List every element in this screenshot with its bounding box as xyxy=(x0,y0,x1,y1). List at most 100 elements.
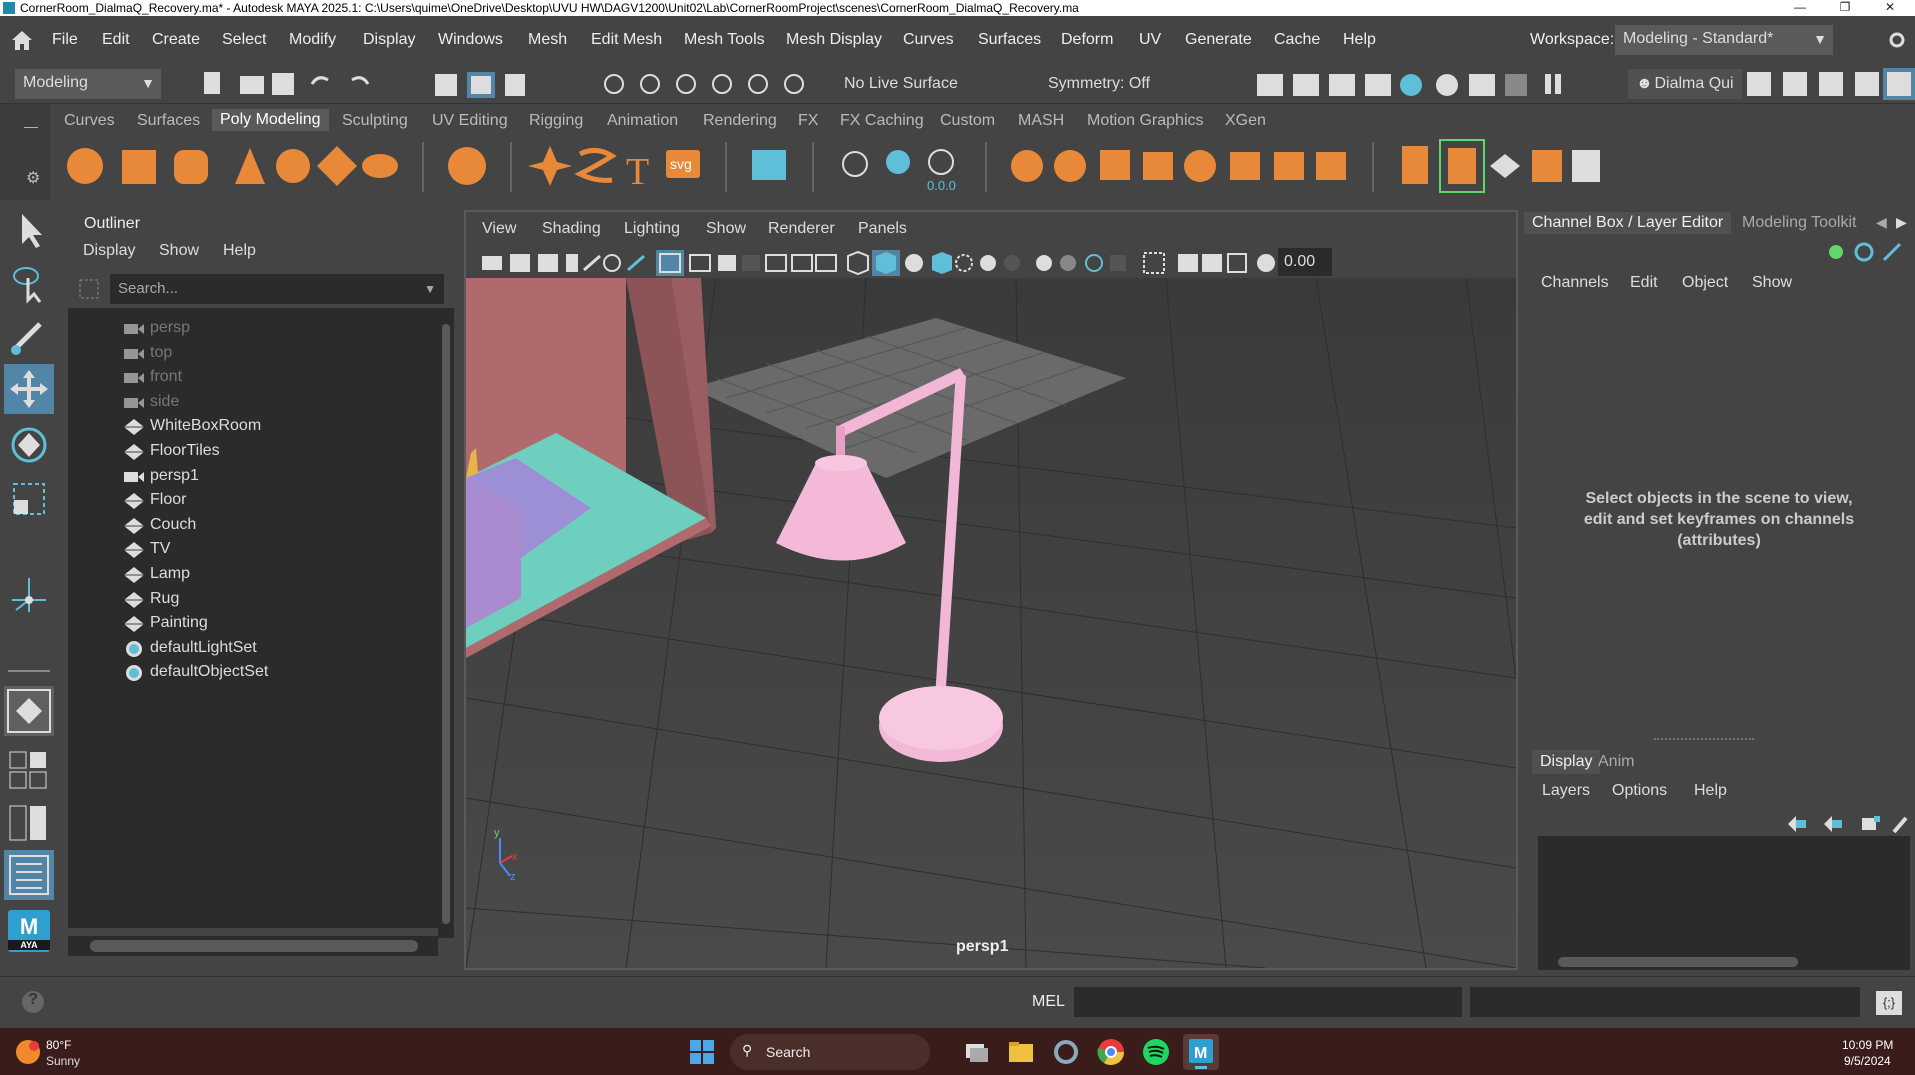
menu-windows[interactable]: Windows xyxy=(438,31,503,49)
render-tools-group[interactable] xyxy=(1255,70,1585,98)
taskbar-search[interactable]: ⚲ Search xyxy=(730,1034,930,1070)
shelf-tab-animation[interactable]: Animation xyxy=(607,112,678,130)
channel-menu-edit[interactable]: Edit xyxy=(1630,274,1658,292)
shelf-tab-rendering[interactable]: Rendering xyxy=(703,112,777,130)
shelf-tab-custom[interactable]: Custom xyxy=(940,112,995,130)
shelf-tab-motion-graphics[interactable]: Motion Graphics xyxy=(1087,112,1204,130)
menu-modify[interactable]: Modify xyxy=(289,31,336,49)
layout-tools-group[interactable] xyxy=(1745,68,1915,100)
outliner-filter-icon[interactable] xyxy=(78,278,100,300)
menu-uv[interactable]: UV xyxy=(1139,31,1161,49)
tab-scroll-right-icon[interactable]: ▶ xyxy=(1896,214,1907,231)
menu-mesh-tools[interactable]: Mesh Tools xyxy=(684,31,765,49)
outliner-menu-help[interactable]: Help xyxy=(223,242,256,260)
live-surface-field[interactable]: No Live Surface xyxy=(836,69,978,99)
menu-file[interactable]: File xyxy=(52,31,78,49)
shelf-tab-sculpting[interactable]: Sculpting xyxy=(342,112,408,130)
outliner-vertical-scrollbar[interactable] xyxy=(438,308,454,938)
spotify-icon[interactable] xyxy=(1140,1036,1172,1068)
layer-horizontal-scrollbar[interactable] xyxy=(1538,954,1910,970)
rotate-tool-icon[interactable] xyxy=(4,420,54,470)
channel-menu-object[interactable]: Object xyxy=(1682,274,1728,292)
outliner-menu-display[interactable]: Display xyxy=(83,242,135,260)
shelf-tab-surfaces[interactable]: Surfaces xyxy=(137,112,200,130)
menu-mesh-display[interactable]: Mesh Display xyxy=(786,31,882,49)
scale-tool-icon[interactable] xyxy=(4,474,54,524)
restore-button[interactable]: ❐ xyxy=(1825,0,1865,14)
command-language-label[interactable]: MEL xyxy=(1032,993,1065,1011)
tab-scroll-left-icon[interactable]: ◀ xyxy=(1876,214,1887,231)
viewport-menu-show[interactable]: Show xyxy=(706,220,746,238)
menu-deform[interactable]: Deform xyxy=(1061,31,1113,49)
menu-create[interactable]: Create xyxy=(152,31,200,49)
menu-edit[interactable]: Edit xyxy=(102,31,130,49)
shelf-icons[interactable]: T svg 0.0.0 xyxy=(50,136,1900,198)
settings-icon[interactable] xyxy=(1050,1036,1082,1068)
clock-time[interactable]: 10:09 PM xyxy=(1842,1038,1893,1052)
outliner-search-input[interactable]: Search... ▼ xyxy=(110,274,444,304)
start-icon[interactable] xyxy=(686,1036,718,1068)
select-tool-icon[interactable] xyxy=(4,204,54,254)
shelf-tab-rigging[interactable]: Rigging xyxy=(529,112,583,130)
shelf-tab-poly-modeling[interactable]: Poly Modeling xyxy=(212,109,329,131)
command-input[interactable] xyxy=(1074,987,1462,1017)
help-icon[interactable]: ? xyxy=(22,991,44,1013)
layer-menu-options[interactable]: Options xyxy=(1612,782,1667,800)
channel-menu-show[interactable]: Show xyxy=(1752,274,1792,292)
shelf-tab-curves[interactable]: Curves xyxy=(64,112,115,130)
viewport-menu-panels[interactable]: Panels xyxy=(858,220,907,238)
shelf-tab-xgen[interactable]: XGen xyxy=(1225,112,1266,130)
layer-tools[interactable] xyxy=(1782,812,1912,836)
menu-surfaces[interactable]: Surfaces xyxy=(978,31,1041,49)
paint-select-tool-icon[interactable] xyxy=(4,312,54,362)
scroll-thumb[interactable] xyxy=(90,940,418,952)
shelf-tab-fx[interactable]: FX xyxy=(798,112,818,130)
lasso-tool-icon[interactable] xyxy=(4,258,54,308)
menu-display[interactable]: Display xyxy=(363,31,415,49)
tab-anim-layers[interactable]: Anim xyxy=(1598,753,1634,771)
maya-taskbar-button[interactable]: M xyxy=(1183,1034,1219,1070)
minimize-button[interactable]: — xyxy=(1780,0,1820,14)
show-manipulator-icon[interactable] xyxy=(4,570,54,620)
selection-mode-group[interactable] xyxy=(433,70,528,98)
four-view-icon[interactable] xyxy=(4,744,54,794)
weather-icon[interactable] xyxy=(14,1038,42,1066)
menu-select[interactable]: Select xyxy=(222,31,266,49)
shelf-tab-uv-editing[interactable]: UV Editing xyxy=(432,112,508,130)
viewport-menu-shading[interactable]: Shading xyxy=(542,220,601,238)
menu-cache[interactable]: Cache xyxy=(1274,31,1320,49)
file-explorer-icon[interactable] xyxy=(1005,1036,1037,1068)
clock-date[interactable]: 9/5/2024 xyxy=(1844,1054,1891,1068)
menu-generate[interactable]: Generate xyxy=(1185,31,1252,49)
move-tool[interactable] xyxy=(4,364,54,414)
side-by-side-view-icon[interactable] xyxy=(4,798,54,848)
menu-curves[interactable]: Curves xyxy=(903,31,954,49)
script-editor-icon[interactable]: {;} xyxy=(1876,991,1902,1015)
outliner-tab[interactable]: Outliner xyxy=(68,210,157,238)
scroll-thumb[interactable] xyxy=(442,324,450,924)
menu-help[interactable]: Help xyxy=(1343,31,1376,49)
shelf-settings-icon[interactable]: ⚙ xyxy=(26,168,40,188)
viewport-menu-view[interactable]: View xyxy=(482,220,516,238)
tab-modeling-toolkit[interactable]: Modeling Toolkit xyxy=(1742,214,1856,232)
home-icon[interactable] xyxy=(10,29,34,51)
workspace-dropdown[interactable]: Modeling - Standard* ▼ xyxy=(1615,25,1833,55)
channel-menu-channels[interactable]: Channels xyxy=(1541,274,1609,292)
mode-dropdown[interactable]: Modeling ▼ xyxy=(15,69,161,99)
gear-icon[interactable] xyxy=(1888,31,1906,49)
outliner-persp-layout[interactable] xyxy=(4,850,54,900)
menu-edit-mesh[interactable]: Edit Mesh xyxy=(591,31,662,49)
menu-mesh[interactable]: Mesh xyxy=(528,31,567,49)
close-button[interactable]: ✕ xyxy=(1870,0,1910,14)
tab-display-layers[interactable]: Display xyxy=(1532,750,1601,774)
panel-splitter[interactable] xyxy=(1654,738,1754,740)
scroll-thumb[interactable] xyxy=(1558,957,1798,967)
shelf-tab-mash[interactable]: MASH xyxy=(1018,112,1064,130)
viewport-menu-lighting[interactable]: Lighting xyxy=(624,220,680,238)
outliner-horizontal-scrollbar[interactable] xyxy=(68,936,438,956)
task-view-icon[interactable] xyxy=(960,1036,992,1068)
channel-box-tools[interactable] xyxy=(1824,240,1914,264)
viewport-scene[interactable]: y x z persp1 xyxy=(466,278,1516,968)
shelf-menu-icon[interactable]: — xyxy=(24,118,38,134)
outliner-menu-show[interactable]: Show xyxy=(159,242,199,260)
